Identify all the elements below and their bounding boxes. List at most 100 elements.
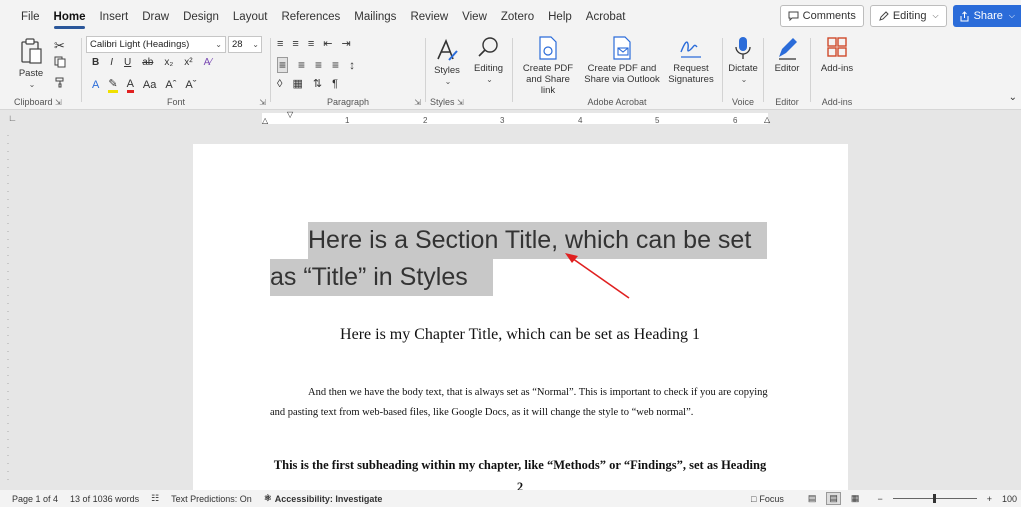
shading-icon[interactable]: ◊ [277, 78, 282, 90]
zoom-level[interactable]: 100 [1002, 494, 1017, 504]
align-right-icon[interactable]: ≡ [315, 58, 322, 72]
create-pdf-share-link-button[interactable]: Create PDF and Share link [518, 35, 578, 96]
tab-zotero[interactable]: Zotero [494, 0, 541, 32]
justify-icon[interactable]: ≡ [332, 58, 339, 72]
paste-button[interactable]: Paste ⌄ [18, 38, 44, 90]
tab-help[interactable]: Help [541, 0, 579, 32]
zoom-in-icon[interactable]: + [987, 494, 992, 504]
tab-design[interactable]: Design [176, 0, 226, 32]
dialog-launcher-icon[interactable]: ⇲ [457, 98, 464, 107]
print-layout-icon[interactable]: ▤ [826, 492, 841, 505]
sort-icon[interactable]: ⇅ [313, 77, 322, 90]
accessibility-label: Accessibility: Investigate [274, 493, 383, 504]
font-size-value: 28 [232, 39, 243, 50]
strikethrough-icon[interactable]: ab [142, 57, 153, 68]
read-mode-icon[interactable]: ▤ [808, 493, 817, 504]
collapse-ribbon-icon[interactable]: ⌄ [1009, 92, 1017, 103]
increase-indent-icon[interactable]: ⇥ [341, 37, 350, 50]
chevron-down-icon: ⌵ [1008, 11, 1015, 20]
tab-insert[interactable]: Insert [92, 0, 135, 32]
decrease-indent-icon[interactable]: ⇤ [323, 37, 332, 50]
tab-acrobat[interactable]: Acrobat [579, 0, 633, 32]
format-painter-icon[interactable] [54, 76, 66, 88]
indent-marker-icon[interactable]: △ [262, 116, 268, 125]
highlight-icon[interactable]: ✎ [108, 77, 118, 93]
align-left-icon[interactable]: ≡ [277, 57, 289, 73]
underline-icon[interactable]: U [124, 57, 131, 68]
dialog-launcher-icon[interactable]: ⇲ [259, 98, 266, 107]
addins-label: Add-ins [820, 63, 854, 74]
paragraph-group-label: Paragraph [326, 97, 370, 107]
tab-file[interactable]: File [14, 0, 47, 32]
pdf-mail-icon [613, 36, 631, 60]
editing-mode-label: Editing [892, 10, 927, 22]
line-spacing-icon[interactable]: ↕ [349, 58, 355, 72]
bullets-icon[interactable]: ≡ [277, 38, 283, 50]
shrink-font-icon[interactable]: Aˇ [185, 79, 196, 91]
editing-button[interactable]: Editing ⌄ [474, 35, 503, 85]
document-page[interactable]: Here is a Section Title, which can be se… [193, 144, 848, 490]
chevron-down-icon: ⌄ [740, 75, 748, 84]
grow-font-icon[interactable]: Aˆ [165, 79, 176, 91]
text-effects-icon[interactable]: A [92, 79, 99, 91]
zoom-slider[interactable] [892, 494, 977, 503]
subheading[interactable]: This is the first subheading within my c… [270, 454, 770, 490]
tab-draw[interactable]: Draw [135, 0, 176, 32]
first-line-indent-icon[interactable]: ▽ [287, 110, 293, 119]
accessibility-status[interactable]: ⚛ Accessibility: Investigate [264, 493, 383, 504]
editor-button[interactable]: Editor [769, 35, 805, 74]
styles-group-label: Styles [430, 97, 455, 107]
focus-button[interactable]: □ Focus [751, 494, 784, 504]
right-indent-icon[interactable]: △ [764, 115, 770, 124]
request-signatures-button[interactable]: Request Signatures [664, 35, 718, 85]
italic-icon[interactable]: I [110, 57, 113, 68]
tab-home[interactable]: Home [47, 0, 93, 32]
bold-icon[interactable]: B [92, 57, 99, 68]
tab-review[interactable]: Review [403, 0, 455, 32]
tab-mailings[interactable]: Mailings [347, 0, 403, 32]
word-count[interactable]: 13 of 1036 words [70, 494, 139, 504]
dialog-launcher-icon[interactable]: ⇲ [414, 98, 421, 107]
horizontal-ruler[interactable]: ∟ △ ▽ 1 2 3 4 5 6 △ [0, 110, 1021, 126]
tab-selector-icon[interactable]: ∟ [8, 113, 17, 123]
comments-button[interactable]: Comments [779, 5, 864, 27]
font-group-label: Font [166, 97, 185, 107]
page-count[interactable]: Page 1 of 4 [12, 494, 58, 504]
change-case-icon[interactable]: Aa [143, 79, 156, 91]
text-predictions[interactable]: Text Predictions: On [171, 494, 252, 504]
create-pdf-outlook-button[interactable]: Create PDF and Share via Outlook [584, 35, 660, 85]
scissors-icon[interactable]: ✂ [54, 38, 65, 54]
chapter-heading[interactable]: Here is my Chapter Title, which can be s… [270, 326, 770, 344]
numbering-icon[interactable]: ≡ [292, 38, 298, 50]
clear-formatting-icon[interactable]: A⁄ [204, 57, 212, 68]
copy-icon[interactable] [54, 56, 66, 68]
font-group: Calibri Light (Headings) ⌄ 28 ⌄ B I U ab… [84, 32, 268, 110]
proofing-icon[interactable]: ☷ [151, 493, 159, 504]
share-button[interactable]: Share ⌵ [952, 5, 1021, 27]
vertical-ruler[interactable] [2, 130, 14, 488]
align-center-icon[interactable]: ≡ [298, 58, 305, 72]
superscript-icon[interactable]: x² [184, 57, 192, 68]
font-name-select[interactable]: Calibri Light (Headings) ⌄ [86, 36, 226, 53]
editor-group-label: Editor [775, 97, 799, 107]
web-layout-icon[interactable]: ▦ [851, 493, 860, 504]
pencil-icon [879, 10, 889, 21]
tab-view[interactable]: View [455, 0, 494, 32]
styles-button[interactable]: Styles ⌄ [434, 37, 460, 87]
subscript-icon[interactable]: x₂ [164, 57, 173, 68]
font-size-select[interactable]: 28 ⌄ [228, 36, 262, 53]
editing-mode-button[interactable]: Editing ⌵ [869, 5, 947, 27]
zoom-out-icon[interactable]: − [877, 494, 882, 504]
show-formatting-icon[interactable]: ¶ [332, 78, 338, 90]
dialog-launcher-icon[interactable]: ⇲ [55, 98, 62, 107]
zoom-slider-thumb[interactable] [932, 494, 936, 503]
font-color-icon[interactable]: A [126, 78, 134, 93]
addins-button[interactable]: Add-ins [816, 35, 858, 74]
document-title[interactable]: Here is a Section Title, which can be se… [270, 222, 770, 296]
dictate-button[interactable]: Dictate ⌄ [726, 35, 760, 85]
body-paragraph[interactable]: And then we have the body text, that is … [270, 383, 770, 423]
tab-layout[interactable]: Layout [226, 0, 275, 32]
borders-icon[interactable]: ▦ [292, 77, 302, 90]
tab-references[interactable]: References [274, 0, 347, 32]
multilevel-list-icon[interactable]: ≡ [308, 38, 314, 50]
